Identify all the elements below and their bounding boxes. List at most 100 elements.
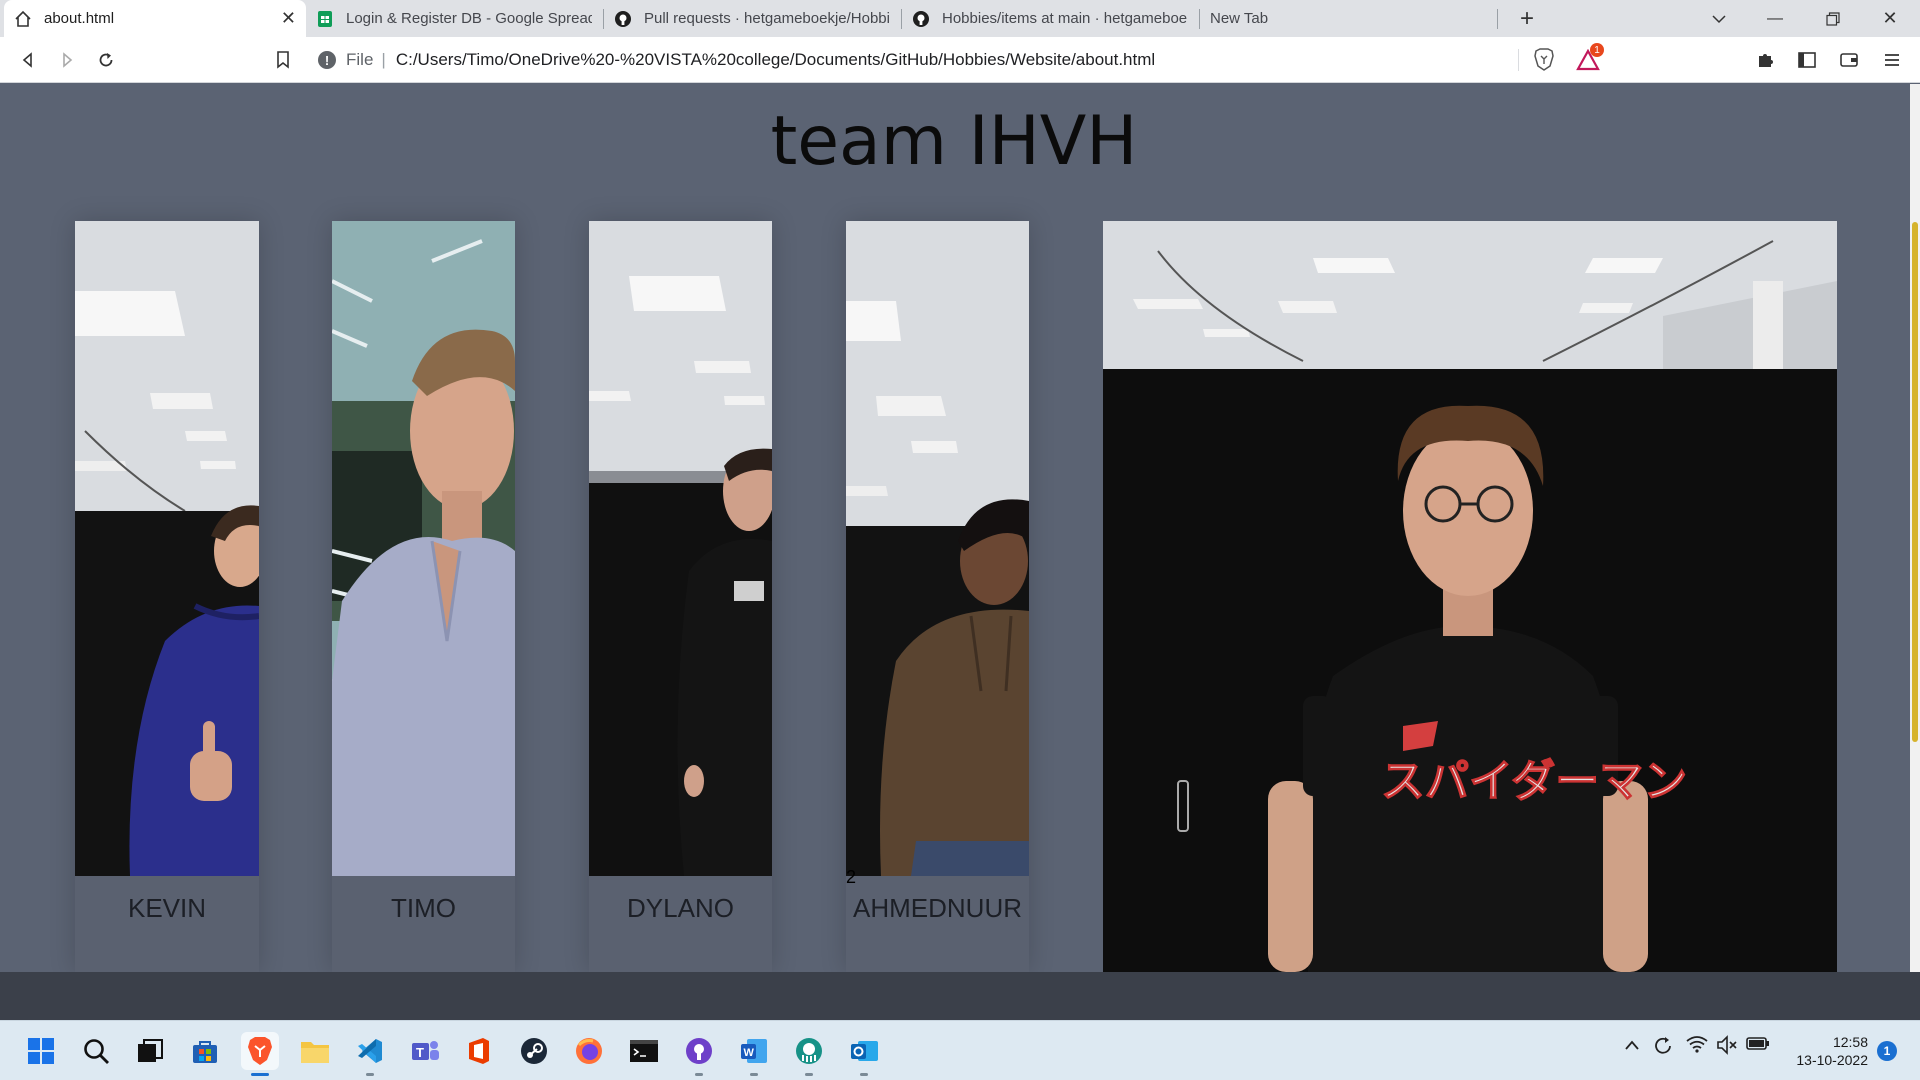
github-desktop-button[interactable] — [680, 1032, 718, 1076]
menu-button[interactable] — [1878, 46, 1906, 74]
sidebar-icon — [1798, 52, 1816, 68]
office-button[interactable] — [460, 1032, 498, 1070]
sidebar-button[interactable] — [1793, 46, 1821, 74]
tab-label: Login & Register DB - Google Spreadsheet… — [346, 10, 592, 27]
outlook-icon — [851, 1041, 878, 1061]
brave-shields-button[interactable] — [1530, 46, 1558, 74]
teams-button[interactable]: T — [406, 1032, 444, 1070]
member-name: KEVIN — [127, 893, 207, 923]
battery-charging-icon — [1746, 1037, 1769, 1050]
restore-icon — [1826, 11, 1840, 26]
steam-icon — [521, 1038, 547, 1064]
info-icon[interactable]: ! — [318, 51, 336, 69]
tab-new-tab[interactable]: New Tab — [1200, 0, 1496, 37]
url-divider: | — [381, 50, 386, 69]
url-scheme: File — [346, 50, 374, 69]
steam-button[interactable] — [515, 1032, 553, 1070]
tab-pull-requests[interactable]: Pull requests · hetgameboekje/Hobbies — [604, 0, 900, 37]
microsoft-store-button[interactable] — [186, 1032, 224, 1070]
store-icon — [193, 1041, 217, 1063]
office-icon — [469, 1038, 489, 1064]
battery-tray-button[interactable] — [1746, 1035, 1770, 1056]
tab-search-button[interactable] — [1696, 0, 1742, 37]
windows-start-icon — [28, 1038, 54, 1064]
tab-separator — [1497, 9, 1498, 29]
terminal-icon — [630, 1040, 658, 1062]
url-text[interactable]: C:/Users/Timo/OneDrive%20-%20VISTA%20col… — [396, 50, 1155, 70]
minimize-button[interactable]: — — [1752, 0, 1798, 37]
file-explorer-button[interactable] — [296, 1032, 334, 1070]
brave-icon — [248, 1037, 272, 1065]
word-icon: W — [741, 1039, 767, 1063]
bookmark-icon — [277, 51, 289, 69]
wifi-tray-button[interactable] — [1686, 1035, 1708, 1058]
reload-button[interactable] — [92, 46, 120, 74]
forward-button[interactable] — [53, 46, 81, 74]
volume-tray-button[interactable] — [1716, 1035, 1738, 1060]
vscode-icon — [358, 1039, 382, 1063]
windows-taskbar: T W 12:58 13-10-2022 1 — [0, 1020, 1920, 1080]
start-button[interactable] — [22, 1032, 60, 1070]
address-divider — [1518, 49, 1519, 71]
team-member-card-ahmednuur: 2 AHMEDNUUR — [846, 221, 1029, 972]
brave-taskbar-button[interactable] — [241, 1032, 279, 1076]
vscode-button[interactable] — [351, 1032, 389, 1076]
outlook-button[interactable] — [845, 1032, 883, 1076]
task-view-button[interactable] — [131, 1032, 169, 1070]
wallet-icon — [1840, 53, 1858, 67]
reload-icon — [99, 53, 113, 67]
svg-text:W: W — [744, 1047, 755, 1059]
member-name: DYLANO — [627, 893, 734, 923]
github-icon — [912, 10, 930, 28]
clock-button[interactable]: 12:58 13-10-2022 — [1778, 1033, 1868, 1069]
address-bar[interactable]: ! File | C:/Users/Timo/OneDrive%20-%20VI… — [318, 43, 1518, 77]
clock-time: 12:58 — [1832, 1034, 1868, 1050]
brave-shield-icon — [1534, 48, 1554, 71]
member-photo-kevin — [75, 221, 259, 876]
terminal-button[interactable] — [625, 1032, 663, 1070]
hamburger-menu-icon — [1885, 54, 1899, 66]
member-photo-timo — [332, 221, 515, 876]
close-window-button[interactable]: ✕ — [1867, 0, 1913, 37]
chevron-up-icon — [1625, 1040, 1639, 1050]
tab-login-register-db[interactable]: Login & Register DB - Google Spreadsheet… — [306, 0, 602, 37]
tab-label: Pull requests · hetgameboekje/Hobbies — [644, 10, 890, 27]
page-footer — [0, 972, 1920, 1024]
wallet-button[interactable] — [1835, 46, 1863, 74]
firefox-button[interactable] — [570, 1032, 608, 1070]
github-desktop-icon — [686, 1038, 712, 1064]
sync-tray-button[interactable] — [1652, 1035, 1674, 1062]
back-button[interactable] — [14, 46, 42, 74]
show-hidden-icons-button[interactable] — [1624, 1035, 1640, 1056]
tab-hobbies-items[interactable]: Hobbies/items at main · hetgameboekje/Ho… — [902, 0, 1198, 37]
shirt-print-text: スパイダーマン — [1381, 756, 1687, 807]
plus-icon: + — [1519, 4, 1534, 32]
close-icon[interactable]: ✕ — [281, 8, 296, 29]
svg-text:T: T — [416, 1045, 424, 1060]
tab-about[interactable]: about.html ✕ — [4, 0, 306, 37]
gitkraken-button[interactable] — [790, 1032, 828, 1076]
gitkraken-icon — [796, 1038, 822, 1064]
volume-muted-icon — [1717, 1035, 1737, 1055]
wifi-icon — [1686, 1036, 1708, 1053]
clock-date: 13-10-2022 — [1796, 1052, 1868, 1068]
brave-rewards-button[interactable]: 1 — [1574, 43, 1604, 74]
minimize-icon: — — [1767, 9, 1783, 27]
search-button[interactable] — [77, 1032, 115, 1070]
extensions-button[interactable] — [1752, 46, 1780, 74]
restore-button[interactable] — [1810, 0, 1856, 37]
new-tab-button[interactable]: + — [1504, 0, 1550, 37]
tab-strip: about.html ✕ Login & Register DB - Googl… — [0, 0, 1920, 37]
close-icon: ✕ — [1882, 8, 1898, 28]
featured-member-photo: スパイダーマン — [1103, 221, 1837, 972]
page-scrollbar[interactable] — [1910, 84, 1920, 972]
running-indicator — [251, 1073, 269, 1076]
bookmark-button[interactable] — [269, 46, 297, 74]
member-photo-ahmednuur — [846, 221, 1029, 876]
chevron-down-icon — [1712, 14, 1726, 23]
firefox-icon — [576, 1038, 602, 1064]
notification-badge[interactable]: 1 — [1877, 1041, 1897, 1061]
scrollbar-thumb[interactable] — [1912, 222, 1918, 742]
word-button[interactable]: W — [735, 1032, 773, 1076]
stray-text: 2 — [846, 867, 857, 887]
